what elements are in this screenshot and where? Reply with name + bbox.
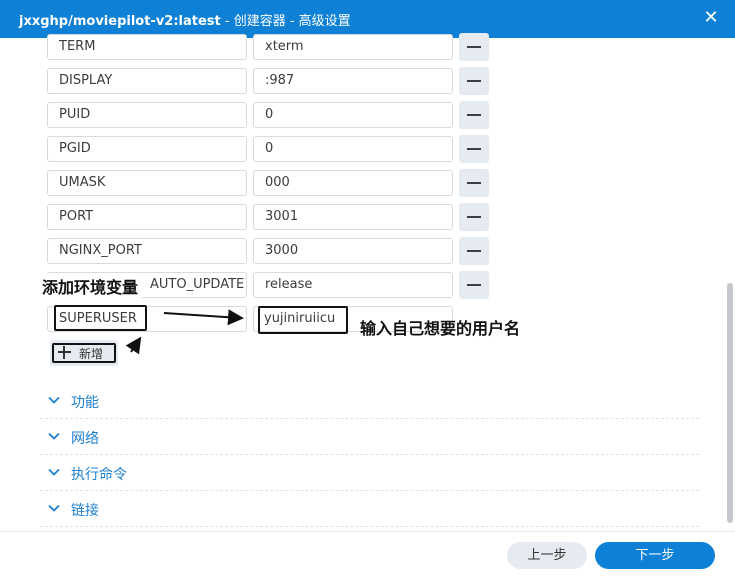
- env-key-input[interactable]: PUID: [47, 102, 247, 128]
- footer: 上一步 下一步: [0, 531, 735, 577]
- minus-icon: [467, 114, 481, 116]
- env-value-input[interactable]: release: [253, 272, 453, 298]
- remove-env-button[interactable]: [459, 67, 489, 95]
- minus-icon: [467, 148, 481, 150]
- env-row: PORT 3001: [47, 203, 490, 231]
- section-label: 功能: [71, 395, 99, 411]
- env-key-input[interactable]: TERM: [47, 34, 247, 60]
- section-execute-command[interactable]: 执行命令: [40, 455, 699, 491]
- minus-icon: [467, 284, 481, 286]
- remove-env-button[interactable]: [459, 237, 489, 265]
- chevron-down-icon: [48, 468, 60, 476]
- minus-icon: [467, 216, 481, 218]
- env-value-input[interactable]: 3001: [253, 204, 453, 230]
- remove-env-button[interactable]: [459, 101, 489, 129]
- env-key-input[interactable]: UMASK: [47, 170, 247, 196]
- env-row: UMASK 000: [47, 169, 490, 197]
- chevron-down-icon: [48, 432, 60, 440]
- close-icon[interactable]: ✕: [701, 8, 721, 28]
- minus-icon: [467, 250, 481, 252]
- env-value-input[interactable]: 0: [253, 102, 453, 128]
- env-key-input[interactable]: PGID: [47, 136, 247, 162]
- env-key-input[interactable]: NGINX_PORT: [47, 238, 247, 264]
- highlight-box-key: [54, 305, 147, 331]
- title-bar: jxxghp/moviepilot-v2:latest - 创建容器 - 高级设…: [0, 0, 735, 38]
- chevron-down-icon: [48, 396, 60, 404]
- next-step-button[interactable]: 下一步: [595, 542, 715, 569]
- env-value-input[interactable]: 000: [253, 170, 453, 196]
- env-row: TERM xterm: [47, 33, 490, 61]
- window-title-app: jxxghp/moviepilot-v2:latest: [19, 14, 221, 29]
- window-title-rest: - 创建容器 - 高级设置: [220, 14, 351, 29]
- env-value-input[interactable]: :987: [253, 68, 453, 94]
- env-row: PUID 0: [47, 101, 490, 129]
- section-links[interactable]: 链接: [40, 491, 699, 527]
- scrollbar[interactable]: [727, 283, 733, 523]
- section-network[interactable]: 网络: [40, 419, 699, 455]
- env-row: NGINX_PORT 3000: [47, 237, 490, 265]
- minus-icon: [467, 182, 481, 184]
- remove-env-button[interactable]: [459, 33, 489, 61]
- highlight-box-add: [52, 343, 116, 363]
- env-key-input[interactable]: DISPLAY: [47, 68, 247, 94]
- env-value-input[interactable]: 0: [253, 136, 453, 162]
- minus-icon: [467, 80, 481, 82]
- annotation-add-env: 添加环境变量: [42, 274, 143, 298]
- env-value-input[interactable]: 3000: [253, 238, 453, 264]
- chevron-down-icon: [48, 504, 60, 512]
- env-row: DISPLAY :987: [47, 67, 490, 95]
- window-title: jxxghp/moviepilot-v2:latest - 创建容器 - 高级设…: [19, 10, 351, 29]
- section-label: 网络: [71, 431, 99, 447]
- env-value-input[interactable]: xterm: [253, 34, 453, 60]
- section-label: 链接: [71, 503, 99, 519]
- prev-step-button[interactable]: 上一步: [507, 542, 587, 569]
- remove-env-button[interactable]: [459, 169, 489, 197]
- remove-env-button[interactable]: [459, 135, 489, 163]
- remove-env-button[interactable]: [459, 203, 489, 231]
- remove-env-button[interactable]: [459, 271, 489, 299]
- env-row: PGID 0: [47, 135, 490, 163]
- section-features[interactable]: 功能: [40, 383, 699, 419]
- highlight-box-value: [258, 306, 348, 334]
- section-label: 执行命令: [71, 467, 127, 483]
- env-key-input[interactable]: PORT: [47, 204, 247, 230]
- annotation-enter-username: 输入自己想要的用户名: [360, 319, 521, 338]
- minus-icon: [467, 46, 481, 48]
